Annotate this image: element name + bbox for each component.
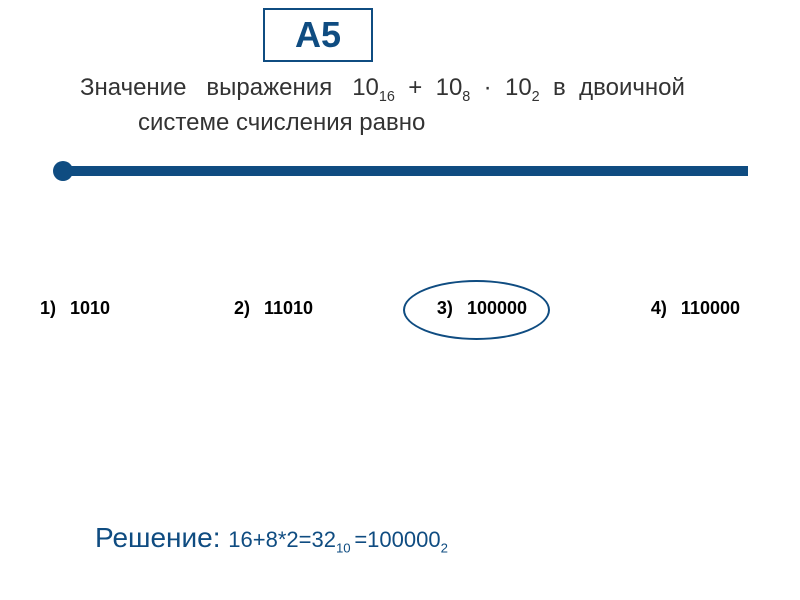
option-2-num: 2) — [234, 298, 250, 319]
solution-eq: =100000 — [354, 527, 440, 552]
slide: A5 Значение выражения 1016 + 108 · 102 в… — [0, 0, 800, 600]
solution-label: Решение: — [95, 522, 228, 553]
option-2-val: 11010 — [264, 298, 313, 319]
q-part-1: Значение выражения 10 — [80, 74, 379, 101]
q-dot: · 10 — [470, 74, 531, 101]
q-line-2: системе счисления равно — [80, 107, 745, 138]
solution-sub-2: 2 — [441, 540, 448, 555]
slide-title: A5 — [295, 14, 341, 56]
option-3[interactable]: 3) 100000 — [437, 298, 527, 319]
question-text: Значение выражения 1016 + 108 · 102 в дв… — [80, 72, 745, 138]
divider — [53, 160, 748, 182]
option-3-val: 100000 — [467, 298, 527, 319]
option-4-val: 110000 — [681, 298, 740, 319]
option-3-num: 3) — [437, 298, 453, 319]
q-sub-1: 16 — [379, 89, 395, 105]
divider-bar — [63, 166, 748, 176]
slide-title-box: A5 — [263, 8, 373, 62]
options-row: 1) 1010 2) 11010 3) 100000 4) 110000 — [40, 298, 740, 319]
option-2[interactable]: 2) 11010 — [234, 298, 313, 319]
q-part-2: в двоичной — [540, 74, 685, 101]
solution-sub-1: 10 — [336, 540, 354, 555]
option-1[interactable]: 1) 1010 — [40, 298, 110, 319]
option-4[interactable]: 4) 110000 — [651, 298, 740, 319]
solution-text: Решение: 16+8*2=3210 =1000002 — [95, 522, 448, 555]
option-1-num: 1) — [40, 298, 56, 319]
solution-prefix: 16+8*2=32 — [228, 527, 336, 552]
option-4-num: 4) — [651, 298, 667, 319]
option-1-val: 1010 — [70, 298, 110, 319]
q-plus: + 10 — [395, 74, 462, 101]
q-sub-3: 2 — [532, 89, 540, 105]
